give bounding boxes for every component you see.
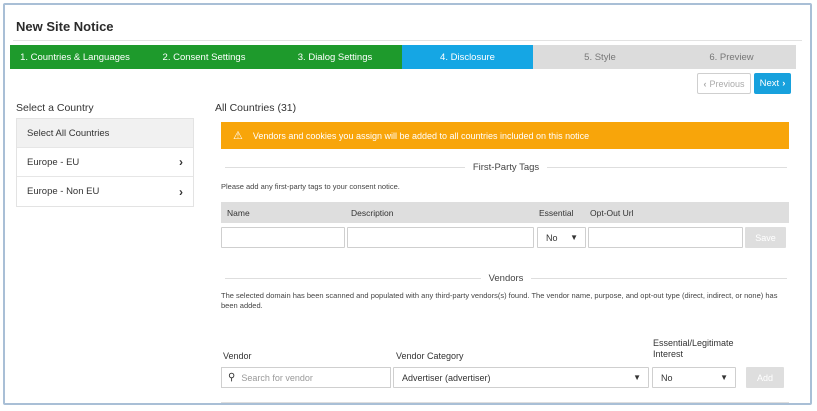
vendor-category-label: Vendor Category [396, 351, 464, 361]
vendor-table-header [221, 402, 789, 403]
caret-down-icon: ▼ [570, 233, 578, 242]
essential-legitimate-label: Essential/Legitimate Interest [653, 338, 734, 359]
vendors-heading: Vendors [225, 271, 787, 285]
country-list: Select All Countries Europe - EU › Europ… [16, 118, 194, 207]
chevron-right-icon: › [179, 155, 183, 169]
previous-label: Previous [709, 78, 745, 89]
main-title: All Countries (31) [215, 102, 297, 114]
info-alert: ⚠ Vendors and cookies you assign will be… [221, 122, 789, 149]
previous-button[interactable]: ‹ Previous [697, 73, 751, 94]
title-divider [13, 40, 802, 41]
vendors-help: The selected domain has been scanned and… [221, 291, 778, 310]
save-button[interactable]: Save [745, 227, 786, 248]
next-button[interactable]: Next › [754, 73, 791, 94]
country-item-label: Europe - EU [27, 156, 80, 168]
optout-url-input[interactable] [588, 227, 743, 248]
wizard-steps: 1. Countries & Languages 2. Consent Sett… [10, 45, 796, 69]
country-item-europe-eu[interactable]: Europe - EU › [17, 148, 193, 177]
vendor-category-value: Advertiser (advertiser) [402, 372, 491, 383]
step-consent-settings[interactable]: 2. Consent Settings [140, 45, 268, 69]
caret-down-icon: ▼ [720, 373, 728, 382]
first-party-heading: First-Party Tags [225, 160, 787, 174]
column-description: Description [351, 208, 394, 218]
first-party-help: Please add any first-party tags to your … [221, 182, 400, 191]
chevron-right-icon: › [179, 184, 183, 199]
country-item-europe-non-eu[interactable]: Europe - Non EU › [17, 177, 193, 206]
chevron-left-icon: ‹ [703, 78, 707, 89]
country-list-title: Select a Country [16, 102, 94, 114]
vendor-essential-value: No [661, 372, 673, 383]
country-item-select-all[interactable]: Select All Countries [17, 119, 193, 148]
column-name: Name [227, 208, 250, 218]
alert-text: Vendors and cookies you assign will be a… [252, 130, 590, 141]
country-item-label: Select All Countries [27, 127, 110, 139]
caret-down-icon: ▼ [633, 373, 641, 382]
tag-description-input[interactable] [347, 227, 534, 248]
add-vendor-button[interactable]: Add [746, 367, 784, 388]
first-party-heading-label: First-Party Tags [472, 161, 540, 173]
chevron-right-icon: › [782, 78, 786, 89]
warning-icon: ⚠ [233, 130, 243, 142]
first-party-table-header: Name Description Essential Opt-Out Url [221, 202, 789, 223]
vendor-category-select[interactable]: Advertiser (advertiser) ▼ [393, 367, 649, 388]
vendor-essential-select[interactable]: No ▼ [652, 367, 736, 388]
vendor-search[interactable]: ⚲ Search for vendor [221, 367, 391, 388]
country-item-label: Europe - Non EU [27, 186, 100, 197]
column-essential: Essential [539, 208, 574, 218]
pager: ‹ Previous Next › [697, 73, 791, 94]
essential-select[interactable]: No ▼ [537, 227, 586, 248]
step-countries-languages[interactable]: 1. Countries & Languages [10, 45, 140, 69]
essential-select-value: No [546, 232, 558, 243]
site-notice-window: New Site Notice 1. Countries & Languages… [3, 3, 812, 405]
search-icon: ⚲ [228, 372, 236, 383]
vendor-search-placeholder: Search for vendor [241, 372, 313, 383]
step-style[interactable]: 5. Style [533, 45, 667, 69]
step-preview[interactable]: 6. Preview [667, 45, 796, 69]
tag-name-input[interactable] [221, 227, 345, 248]
page-title: New Site Notice [16, 19, 114, 34]
next-label: Next [759, 78, 780, 89]
vendors-heading-label: Vendors [488, 272, 524, 284]
step-dialog-settings[interactable]: 3. Dialog Settings [268, 45, 402, 69]
vendor-label: Vendor [223, 351, 252, 361]
step-disclosure[interactable]: 4. Disclosure [402, 45, 533, 69]
column-optout-url: Opt-Out Url [590, 208, 634, 218]
